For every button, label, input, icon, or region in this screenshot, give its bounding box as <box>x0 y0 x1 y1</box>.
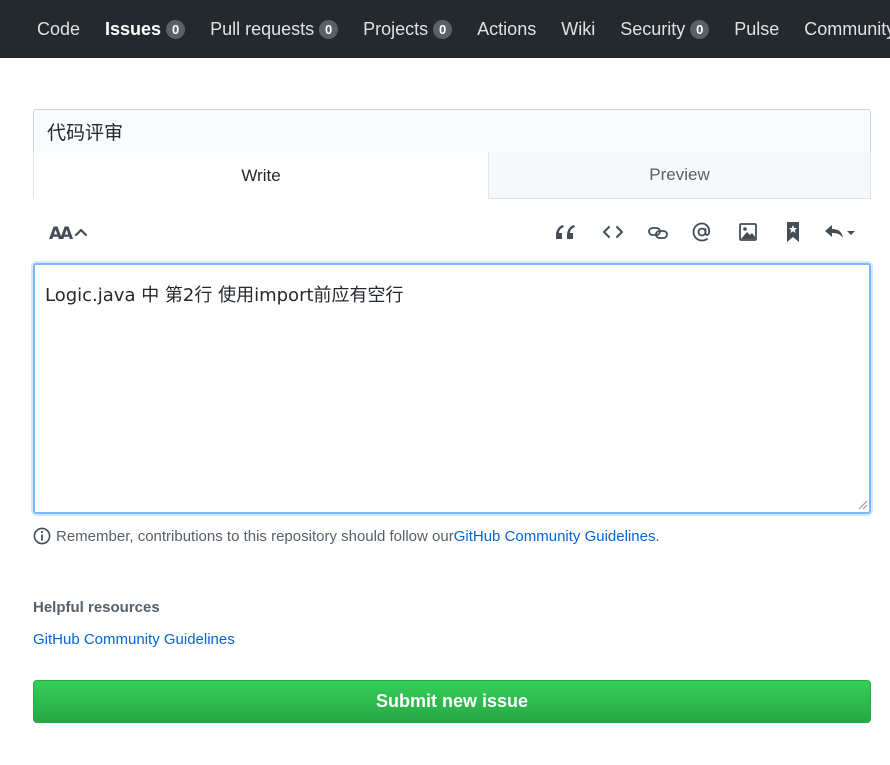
image-icon[interactable] <box>734 212 762 252</box>
guidelines-reminder: Remember, contributions to this reposito… <box>33 526 660 546</box>
security-count-badge: 0 <box>690 19 710 39</box>
projects-count-badge: 0 <box>433 19 453 39</box>
nav-tab-security[interactable]: Security 0 <box>620 18 710 40</box>
editor-tabs: Write Preview <box>33 152 871 199</box>
nav-tab-label: Pulse <box>734 18 780 39</box>
link-icon[interactable] <box>644 212 672 252</box>
nav-tab-community[interactable]: Community <box>804 19 890 40</box>
submit-new-issue-button[interactable]: Submit new issue <box>33 680 871 723</box>
code-icon[interactable] <box>599 212 627 252</box>
bookmark-icon[interactable] <box>779 212 807 252</box>
pull-requests-count-badge: 0 <box>319 19 339 39</box>
nav-tab-label: Pull requests <box>210 18 315 39</box>
nav-tab-wiki[interactable]: Wiki <box>561 19 595 40</box>
helpful-resources-heading: Helpful resources <box>33 599 160 616</box>
nav-tab-label: Code <box>37 18 81 39</box>
helpful-guidelines-link[interactable]: GitHub Community Guidelines <box>33 631 235 648</box>
nav-tab-pull-requests[interactable]: Pull requests 0 <box>210 18 339 40</box>
nav-tab-label: Issues <box>105 18 162 39</box>
nav-tab-issues[interactable]: Issues 0 <box>105 18 186 40</box>
text-size-icon[interactable]: A A <box>45 212 91 252</box>
tab-write[interactable]: Write <box>33 152 488 199</box>
mention-icon[interactable] <box>688 212 716 252</box>
issue-body-textarea[interactable] <box>33 263 871 514</box>
issues-count-badge: 0 <box>166 19 186 39</box>
nav-tab-label: Security <box>620 18 686 39</box>
community-guidelines-link[interactable]: GitHub Community Guidelines <box>454 528 656 545</box>
reply-icon[interactable] <box>821 212 861 252</box>
nav-tab-label: Projects <box>363 18 429 39</box>
issue-title-input[interactable] <box>33 109 871 153</box>
repo-nav: Code Issues 0 Pull requests 0 Projects 0… <box>0 0 890 58</box>
nav-tab-label: Community <box>804 18 890 39</box>
reminder-suffix: . <box>655 527 660 545</box>
nav-tab-label: Wiki <box>561 18 596 39</box>
nav-tab-code[interactable]: Code <box>37 19 80 40</box>
markdown-toolbar: A A <box>33 212 871 252</box>
nav-tab-pulse[interactable]: Pulse <box>734 19 779 40</box>
info-icon <box>33 527 51 545</box>
reminder-text: Remember, contributions to this reposito… <box>56 527 454 545</box>
nav-tab-label: Actions <box>477 18 537 39</box>
nav-tab-actions[interactable]: Actions <box>477 19 536 40</box>
svg-text:A: A <box>60 224 74 242</box>
tab-preview[interactable]: Preview <box>488 152 871 199</box>
quote-icon[interactable] <box>551 212 579 252</box>
nav-tab-projects[interactable]: Projects 0 <box>363 18 453 40</box>
